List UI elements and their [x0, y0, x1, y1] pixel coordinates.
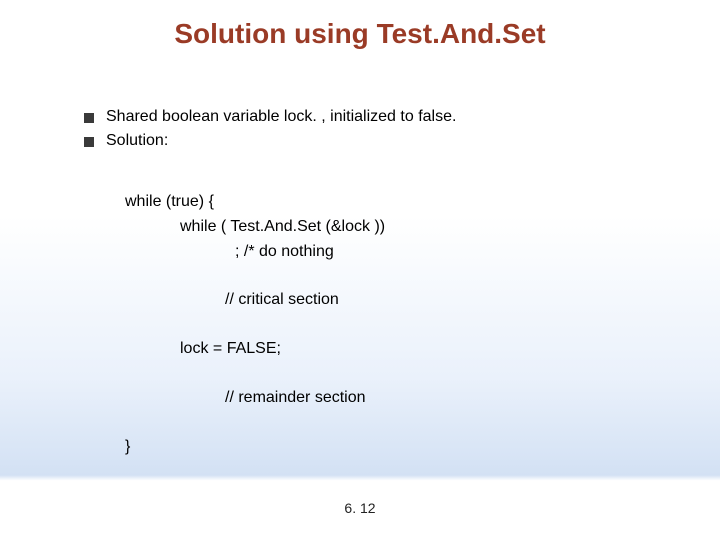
code-spacer	[125, 362, 385, 386]
code-line: while ( Test.And.Set (&lock ))	[125, 215, 385, 240]
list-item: Shared boolean variable lock. , initiali…	[84, 108, 456, 126]
code-line: // remainder section	[125, 386, 385, 411]
list-item: Solution:	[84, 132, 456, 150]
bullet-icon	[84, 137, 94, 147]
page-number: 6. 12	[0, 500, 720, 516]
code-line: // critical section	[125, 288, 385, 313]
slide-title: Solution using Test.And.Set	[0, 18, 720, 50]
code-line: while (true) {	[125, 190, 385, 215]
bullet-text: Solution:	[106, 132, 168, 150]
code-block: while (true) { while ( Test.And.Set (&lo…	[125, 190, 385, 460]
code-line: ; /* do nothing	[125, 240, 385, 265]
code-line: lock = FALSE;	[125, 337, 385, 362]
bullet-icon	[84, 113, 94, 123]
code-spacer	[125, 411, 385, 435]
bullet-list: Shared boolean variable lock. , initiali…	[84, 108, 456, 156]
code-line: }	[125, 435, 385, 460]
code-spacer	[125, 313, 385, 337]
bullet-text: Shared boolean variable lock. , initiali…	[106, 108, 456, 126]
code-spacer	[125, 264, 385, 288]
slide: Solution using Test.And.Set Shared boole…	[0, 0, 720, 540]
